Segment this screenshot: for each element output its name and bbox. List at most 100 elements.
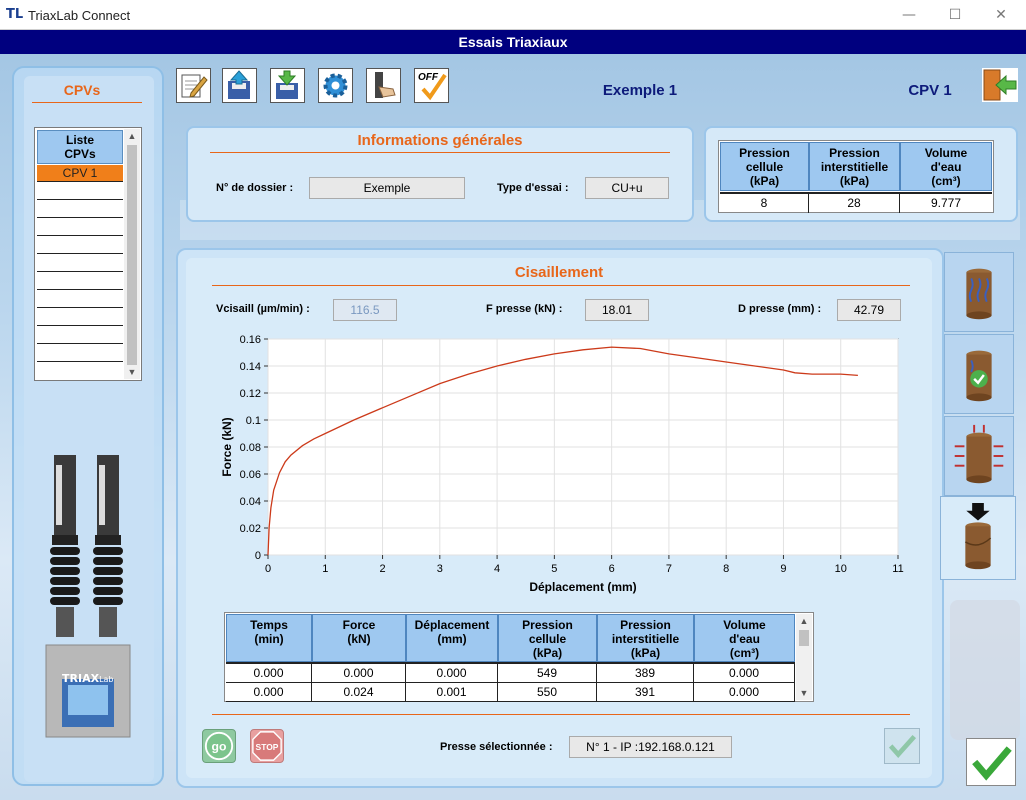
cpv-list-empty-row bbox=[37, 345, 123, 362]
exit-button[interactable] bbox=[982, 68, 1018, 102]
checkmark-icon bbox=[888, 734, 917, 759]
validate-button[interactable] bbox=[966, 738, 1016, 786]
settings-gear-icon bbox=[323, 73, 348, 98]
x-tick-label: 10 bbox=[835, 563, 847, 575]
header-line: interstitielle bbox=[820, 160, 889, 174]
footer-divider bbox=[212, 714, 910, 715]
y-tick-label: 0.08 bbox=[240, 442, 261, 454]
header-line: d'eau bbox=[930, 160, 962, 174]
table-scrollbar[interactable]: ▲ ▼ bbox=[796, 614, 812, 700]
pressure-table: Pression cellule (kPa) Pression intersti… bbox=[718, 140, 994, 213]
table-cell: 0.000 bbox=[226, 664, 312, 683]
y-tick-label: 0.12 bbox=[240, 388, 261, 400]
sample-consolidation-check-icon bbox=[966, 350, 992, 402]
press-displacement-label: D presse (mm) : bbox=[738, 303, 822, 315]
scroll-up-icon[interactable]: ▲ bbox=[124, 129, 140, 143]
cpv-list-scrollbar[interactable]: ▲ ▼ bbox=[124, 129, 140, 379]
cell-pressure-header-cell: Pression cellule (kPa) bbox=[498, 614, 597, 662]
device-brand-label: TRIAXLab bbox=[62, 672, 114, 685]
cpv-list-empty-row bbox=[37, 363, 123, 380]
measurement-table[interactable]: Temps (min) Force (kN) Déplacement (mm) … bbox=[224, 612, 814, 702]
press-force-field[interactable]: 18.01 bbox=[585, 299, 649, 321]
general-info-title: Informations générales bbox=[357, 132, 523, 149]
tab-pressure[interactable] bbox=[944, 416, 1014, 496]
edit-icon bbox=[181, 74, 208, 98]
test-type-field[interactable]: CU+u bbox=[585, 177, 669, 199]
header-line: Temps bbox=[250, 618, 288, 632]
hand-lever-icon bbox=[375, 72, 396, 98]
table-cell: 549 bbox=[498, 664, 597, 683]
press-displacement-field[interactable]: 42.79 bbox=[837, 299, 901, 321]
save-button[interactable] bbox=[222, 68, 257, 103]
validate-shear-button[interactable] bbox=[884, 728, 920, 764]
tab-saturation[interactable] bbox=[944, 252, 1014, 332]
press-force-label: F presse (kN) : bbox=[486, 303, 563, 315]
test-name-label: Exemple 1 bbox=[602, 82, 678, 99]
header-line: Déplacement bbox=[414, 618, 490, 632]
pore-pressure-value: 28 bbox=[809, 194, 900, 213]
tab-consolidation[interactable] bbox=[944, 334, 1014, 414]
time-header-cell: Temps (min) bbox=[226, 614, 312, 662]
scroll-down-icon[interactable]: ▼ bbox=[796, 686, 812, 700]
shear-speed-field[interactable]: 116.5 bbox=[333, 299, 397, 321]
cpv-list-item[interactable]: CPV 1 bbox=[37, 165, 123, 182]
go-button[interactable]: go bbox=[202, 729, 236, 763]
header-line: (kPa) bbox=[630, 646, 661, 660]
table-cell: 0.024 bbox=[312, 683, 406, 702]
table-cell: 0.000 bbox=[312, 664, 406, 683]
cpv-list[interactable]: Liste CPVs CPV 1 ▲ ▼ bbox=[34, 127, 142, 381]
scroll-down-icon[interactable]: ▼ bbox=[124, 365, 140, 379]
cpv-list-empty-row bbox=[37, 219, 123, 236]
tab-shear[interactable] bbox=[940, 496, 1016, 580]
cpv-list-empty-row bbox=[37, 255, 123, 272]
settings-button[interactable] bbox=[318, 68, 353, 103]
scroll-up-icon[interactable]: ▲ bbox=[796, 614, 812, 628]
header-line: (kPa) bbox=[839, 174, 870, 188]
y-tick-label: 0.02 bbox=[240, 523, 261, 535]
x-tick-label: 1 bbox=[322, 563, 328, 575]
checkmark-icon bbox=[972, 746, 1012, 781]
scroll-thumb[interactable] bbox=[127, 145, 137, 365]
maximize-button[interactable]: ☐ bbox=[932, 4, 978, 26]
x-tick-label: 8 bbox=[723, 563, 729, 575]
download-icon bbox=[276, 70, 298, 99]
sample-pressure-icon bbox=[954, 424, 1004, 484]
go-icon: go bbox=[204, 731, 234, 761]
header-line: Volume bbox=[924, 146, 968, 160]
exit-door-icon bbox=[983, 69, 1017, 101]
edit-button[interactable] bbox=[176, 68, 211, 103]
header-line: (kPa) bbox=[532, 646, 563, 660]
cpv-list-header: Liste CPVs bbox=[37, 130, 123, 164]
stop-button[interactable]: STOP bbox=[250, 729, 284, 763]
header-line: cellule bbox=[528, 632, 567, 646]
cpv-list-empty-row bbox=[37, 309, 123, 326]
off-check-icon: OFF bbox=[418, 72, 447, 101]
x-tick-label: 5 bbox=[551, 563, 557, 575]
y-tick-label: 0.06 bbox=[240, 469, 261, 481]
cpv-list-empty-row bbox=[37, 183, 123, 200]
header-line: Volume bbox=[723, 618, 766, 632]
header-line: Force bbox=[342, 618, 376, 632]
pressure-header-cell: Pression cellule (kPa) bbox=[720, 142, 809, 191]
hand-lever-button[interactable] bbox=[366, 68, 401, 103]
scroll-thumb[interactable] bbox=[799, 630, 809, 646]
minimize-button[interactable]: — bbox=[886, 4, 932, 26]
save-upload-icon bbox=[228, 70, 250, 99]
selected-press-field[interactable]: N° 1 - IP :192.168.0.121 bbox=[569, 736, 732, 758]
cpv-list-empty-row bbox=[37, 201, 123, 218]
off-button[interactable]: OFF bbox=[414, 68, 449, 103]
table-cell: 0.001 bbox=[406, 683, 498, 702]
selected-press-label: Presse sélectionnée : bbox=[440, 741, 553, 753]
dossier-field[interactable]: Exemple bbox=[309, 177, 465, 199]
test-type-label: Type d'essai : bbox=[497, 182, 569, 194]
header-line: (cm³) bbox=[931, 174, 961, 188]
background-machine bbox=[950, 600, 1020, 740]
close-button[interactable]: ✕ bbox=[978, 4, 1024, 26]
y-tick-label: 0 bbox=[255, 550, 261, 562]
header-line: cellule bbox=[745, 160, 784, 174]
triaxlab-device-illustration bbox=[45, 455, 131, 738]
x-axis-label: Déplacement (mm) bbox=[529, 580, 636, 594]
download-button[interactable] bbox=[270, 68, 305, 103]
cpvs-divider bbox=[32, 102, 142, 103]
current-cpv-label: CPV 1 bbox=[908, 82, 952, 99]
